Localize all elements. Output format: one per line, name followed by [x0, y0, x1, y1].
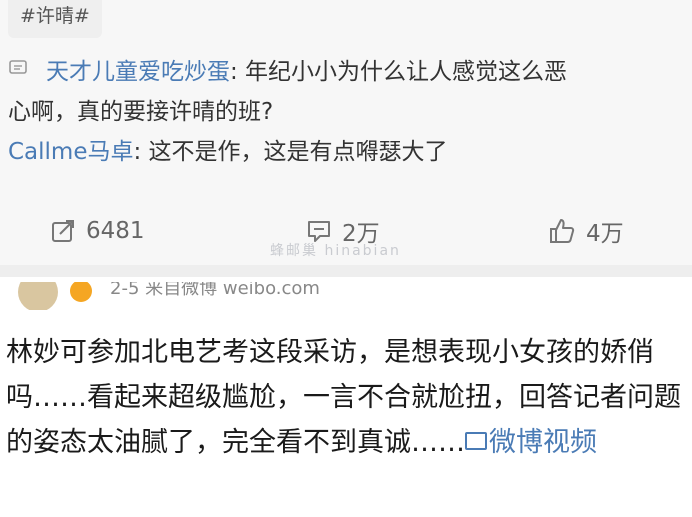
watermark: 蜂邮巢 hinabian: [270, 243, 401, 259]
verified-badge-icon: [70, 282, 92, 302]
weibo-post-card: #许晴# 天才儿童爱吃炒蛋: 年纪小小为什么让人感觉这么恶 心啊，真的要接许晴的…: [0, 0, 692, 265]
like-button[interactable]: 4万: [548, 205, 624, 257]
post-header: 2-5 来自微博 weibo.com: [0, 282, 692, 310]
post-body: 林妙可参加北电艺考这段采访，是想表现小女孩的娇俏吗……看起来超级尴尬，一言不合就…: [6, 330, 686, 465]
repost-icon: [52, 220, 74, 242]
comment-list: 天才儿童爱吃炒蛋: 年纪小小为什么让人感觉这么恶 心啊，真的要接许晴的班? Ca…: [8, 52, 684, 172]
repost-count: 6481: [86, 218, 145, 244]
video-link[interactable]: 微博视频: [465, 427, 597, 458]
comment-item: Callme马卓: 这不是作，这是有点嘚瑟大了: [8, 132, 684, 172]
post-meta: 2-5 来自微博 weibo.com: [110, 282, 320, 299]
video-icon: [465, 431, 487, 450]
section-divider: [0, 265, 692, 277]
comment-username[interactable]: Callme马卓: [8, 139, 134, 165]
avatar[interactable]: [18, 282, 58, 310]
comment-text-continued: 心啊，真的要接许晴的班?: [8, 99, 274, 125]
comment-text: : 这不是作，这是有点嘚瑟大了: [133, 139, 448, 165]
like-count: 4万: [586, 221, 624, 247]
comment-item: 天才儿童爱吃炒蛋: 年纪小小为什么让人感觉这么恶: [8, 52, 684, 92]
repost-button[interactable]: 6481: [50, 205, 145, 257]
hashtag[interactable]: #许晴#: [8, 0, 102, 38]
video-link-label: 微博视频: [489, 427, 597, 458]
comment-bubble-icon: [9, 60, 27, 74]
comment-username[interactable]: 天才儿童爱吃炒蛋: [46, 59, 230, 85]
thumbs-up-icon: [550, 219, 575, 243]
comment-text: : 年纪小小为什么让人感觉这么恶: [230, 59, 568, 85]
